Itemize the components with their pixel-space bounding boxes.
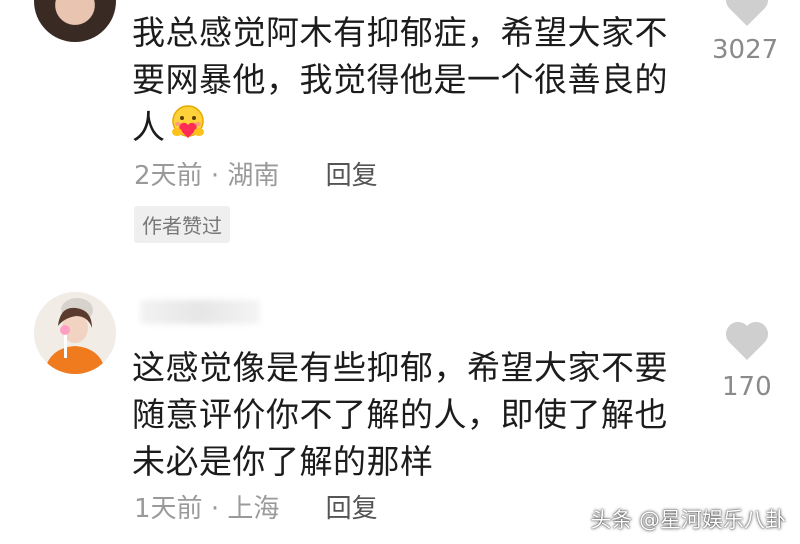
comment-line: 这感觉像是有些抑郁，希望大家不要 bbox=[132, 348, 668, 387]
comment-time: 1天前 bbox=[134, 494, 203, 524]
like-count: 3027 bbox=[712, 35, 779, 65]
comment-line: 人 bbox=[132, 103, 672, 155]
avatar[interactable] bbox=[34, 0, 116, 42]
reply-button[interactable]: 回复 bbox=[326, 494, 378, 524]
avatar-image bbox=[34, 292, 116, 374]
comment-time: 2天前 bbox=[134, 161, 203, 191]
comment-line: 我总感觉阿木有抑郁症，希望大家不 bbox=[132, 13, 668, 52]
comment-meta: 1天前 · 上海 回复 bbox=[134, 488, 378, 525]
comment-line: 未必是你了解的那样 bbox=[132, 442, 434, 481]
author-liked-badge: 作者赞过 bbox=[134, 206, 230, 243]
like-button[interactable] bbox=[723, 318, 771, 362]
meta-separator: · bbox=[210, 494, 220, 524]
meta-separator: · bbox=[210, 161, 220, 191]
comment-text: 这感觉像是有些抑郁，希望大家不要 随意评价你不了解的人，即使了解也 未必是你了解… bbox=[132, 344, 672, 485]
comment-location: 湖南 bbox=[227, 161, 280, 191]
heart-icon bbox=[725, 0, 769, 26]
watermark: 头条 @星河娱乐八卦 bbox=[590, 508, 786, 532]
hug-heart-emoji-icon bbox=[168, 103, 208, 155]
username-redacted bbox=[140, 300, 260, 324]
like-button[interactable] bbox=[723, 0, 771, 28]
avatar[interactable] bbox=[34, 292, 116, 374]
comment-line: 随意评价你不了解的人，即使了解也 bbox=[132, 395, 668, 434]
reply-button[interactable]: 回复 bbox=[326, 161, 378, 191]
like-count: 170 bbox=[722, 372, 772, 402]
comment-text: 我总感觉阿木有抑郁症，希望大家不 要网暴他，我觉得他是一个很善良的 人 bbox=[132, 9, 672, 155]
comment-meta: 2天前 · 湖南 回复 bbox=[134, 155, 378, 192]
heart-icon bbox=[725, 321, 769, 360]
comment-location: 上海 bbox=[227, 494, 280, 524]
comment-line: 要网暴他，我觉得他是一个很善良的 bbox=[132, 60, 668, 99]
